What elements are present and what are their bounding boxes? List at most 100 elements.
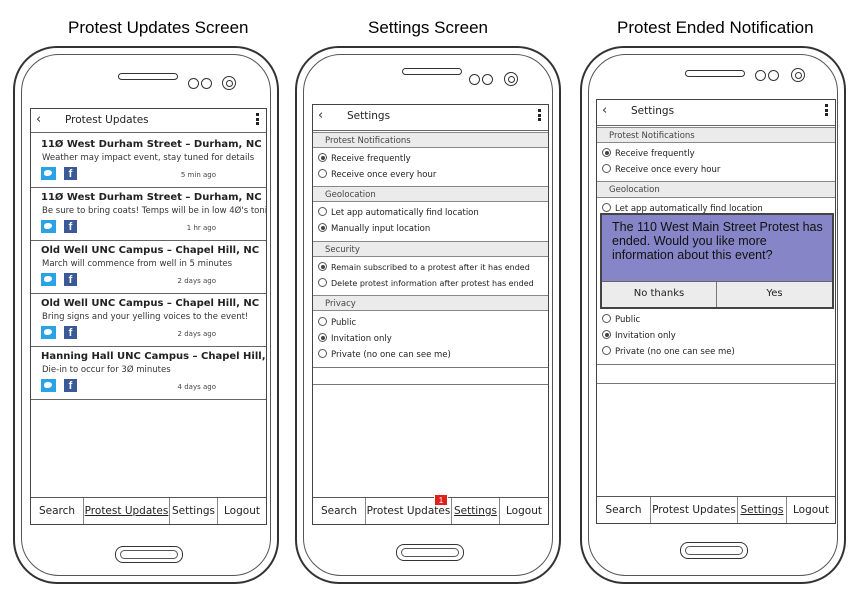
option-private[interactable]: Private (no one can see me)	[318, 349, 451, 360]
back-arrow-icon[interactable]: ‹	[318, 108, 323, 123]
facebook-icon[interactable]: f	[64, 379, 77, 392]
option-label: Private (no one can see me)	[615, 347, 735, 357]
yes-button[interactable]: Yes	[717, 282, 832, 307]
nav-label: Protest Updates	[84, 505, 169, 517]
option-auto-location[interactable]: Let app automatically find location	[318, 207, 479, 218]
option-delete-info[interactable]: Delete protest information after protest…	[318, 278, 534, 288]
twitter-icon[interactable]	[41, 273, 56, 286]
option-label: Delete protest information after protest…	[331, 279, 534, 288]
option-label: Private (no one can see me)	[331, 350, 451, 360]
section-label: Protest Notifications	[325, 136, 411, 146]
section-header-privacy: Privacy	[313, 295, 548, 311]
home-button[interactable]	[115, 546, 183, 563]
option-private[interactable]: Private (no one can see me)	[602, 346, 735, 357]
nav-label: Settings	[453, 505, 498, 517]
option-receive-hourly[interactable]: Receive once every hour	[318, 169, 436, 180]
feed-item[interactable]: Hanning Hall UNC Campus – Chapel Hill, N…	[31, 347, 266, 400]
option-receive-frequently[interactable]: Receive frequently	[602, 148, 695, 159]
feed-item-title: 11Ø West Durham Street – Durham, NC	[41, 192, 262, 203]
radio-unselected[interactable]	[602, 203, 611, 212]
radio-unselected[interactable]	[318, 278, 327, 287]
updates-screen: ‹ Protest Updates 11Ø West Durham Street…	[30, 108, 267, 525]
option-label: Public	[615, 315, 641, 325]
radio-unselected[interactable]	[318, 317, 327, 326]
radio-unselected[interactable]	[318, 207, 327, 216]
feed-item[interactable]: Old Well UNC Campus – Chapel Hill, NC Ma…	[31, 241, 266, 294]
nav-settings[interactable]: Settings	[170, 498, 218, 524]
home-button[interactable]	[680, 542, 748, 559]
sensor	[469, 74, 480, 85]
facebook-icon[interactable]: f	[64, 326, 77, 339]
home-button[interactable]	[396, 544, 464, 561]
nav-settings[interactable]: Settings	[738, 497, 787, 523]
top-bar: ‹ Protest Updates	[31, 109, 266, 133]
back-arrow-icon[interactable]: ‹	[36, 112, 41, 127]
nav-logout[interactable]: Logout	[500, 498, 548, 524]
radio-unselected[interactable]	[318, 169, 327, 178]
radio-selected[interactable]	[602, 148, 611, 157]
camera-icon	[504, 72, 518, 86]
facebook-icon[interactable]: f	[64, 220, 77, 233]
option-label: Manually input location	[331, 224, 431, 234]
twitter-icon[interactable]	[41, 379, 56, 392]
radio-selected[interactable]	[318, 262, 327, 271]
section-header-notifications: Protest Notifications	[313, 132, 548, 148]
radio-selected[interactable]	[318, 333, 327, 342]
nav-protest-updates[interactable]: Protest Updates	[84, 498, 170, 524]
feed-item-body: Die-in to occur for 3Ø minutes	[42, 365, 171, 375]
protest-ended-dialog: The 110 West Main Street Protest has end…	[600, 213, 834, 309]
option-receive-hourly[interactable]: Receive once every hour	[602, 164, 720, 175]
feed-item-time: 4 days ago	[177, 383, 216, 391]
section-label: Security	[325, 245, 360, 255]
radio-selected[interactable]	[318, 153, 327, 162]
radio-selected[interactable]	[602, 330, 611, 339]
camera-icon	[791, 68, 805, 82]
option-invitation-only[interactable]: Invitation only	[602, 330, 676, 341]
facebook-icon[interactable]: f	[64, 273, 77, 286]
overflow-menu-icon[interactable]	[825, 104, 828, 118]
nav-protest-updates[interactable]: Protest Updates 1	[366, 494, 452, 524]
radio-unselected[interactable]	[602, 164, 611, 173]
option-label: Receive frequently	[615, 149, 695, 159]
nav-search[interactable]: Search	[597, 497, 651, 523]
feed-item-time: 2 days ago	[177, 330, 216, 338]
nav-protest-updates[interactable]: Protest Updates	[651, 497, 738, 523]
facebook-icon[interactable]: f	[64, 167, 77, 180]
sensor	[768, 70, 779, 81]
radio-unselected[interactable]	[602, 314, 611, 323]
nav-search[interactable]: Search	[313, 498, 366, 524]
twitter-icon[interactable]	[41, 167, 56, 180]
sensor	[482, 74, 493, 85]
back-arrow-icon[interactable]: ‹	[602, 103, 607, 118]
sensor	[201, 78, 212, 89]
nav-settings[interactable]: Settings	[452, 498, 500, 524]
feed-item[interactable]: 11Ø West Durham Street – Durham, NC Be s…	[31, 188, 266, 241]
nav-logout[interactable]: Logout	[787, 497, 835, 523]
option-manual-location[interactable]: Manually input location	[318, 223, 430, 234]
twitter-icon[interactable]	[41, 326, 56, 339]
radio-unselected[interactable]	[318, 349, 327, 358]
option-public[interactable]: Public	[602, 314, 640, 325]
speaker	[402, 68, 462, 75]
option-invitation-only[interactable]: Invitation only	[318, 333, 392, 344]
twitter-icon[interactable]	[41, 220, 56, 233]
feed-item-time: 1 hr ago	[186, 224, 216, 232]
feed-item-title: 11Ø West Durham Street – Durham, NC	[41, 139, 262, 150]
top-bar: ‹ Settings	[597, 100, 835, 126]
feed-item[interactable]: Old Well UNC Campus – Chapel Hill, NC Br…	[31, 294, 266, 347]
no-thanks-button[interactable]: No thanks	[602, 282, 717, 307]
overflow-menu-icon[interactable]	[538, 109, 541, 123]
option-public[interactable]: Public	[318, 317, 356, 328]
radio-unselected[interactable]	[602, 346, 611, 355]
section-label: Privacy	[325, 299, 356, 309]
nav-search[interactable]: Search	[31, 498, 84, 524]
overflow-menu-icon[interactable]	[256, 113, 259, 127]
section-label: Geolocation	[609, 185, 660, 195]
radio-selected[interactable]	[318, 223, 327, 232]
nav-label: Protest Updates	[366, 505, 451, 517]
option-remain-subscribed[interactable]: Remain subscribed to a protest after it …	[318, 262, 530, 272]
nav-logout[interactable]: Logout	[218, 498, 266, 524]
divider	[313, 384, 548, 385]
feed-item[interactable]: 11Ø West Durham Street – Durham, NC Weat…	[31, 135, 266, 188]
option-receive-frequently[interactable]: Receive frequently	[318, 153, 411, 164]
